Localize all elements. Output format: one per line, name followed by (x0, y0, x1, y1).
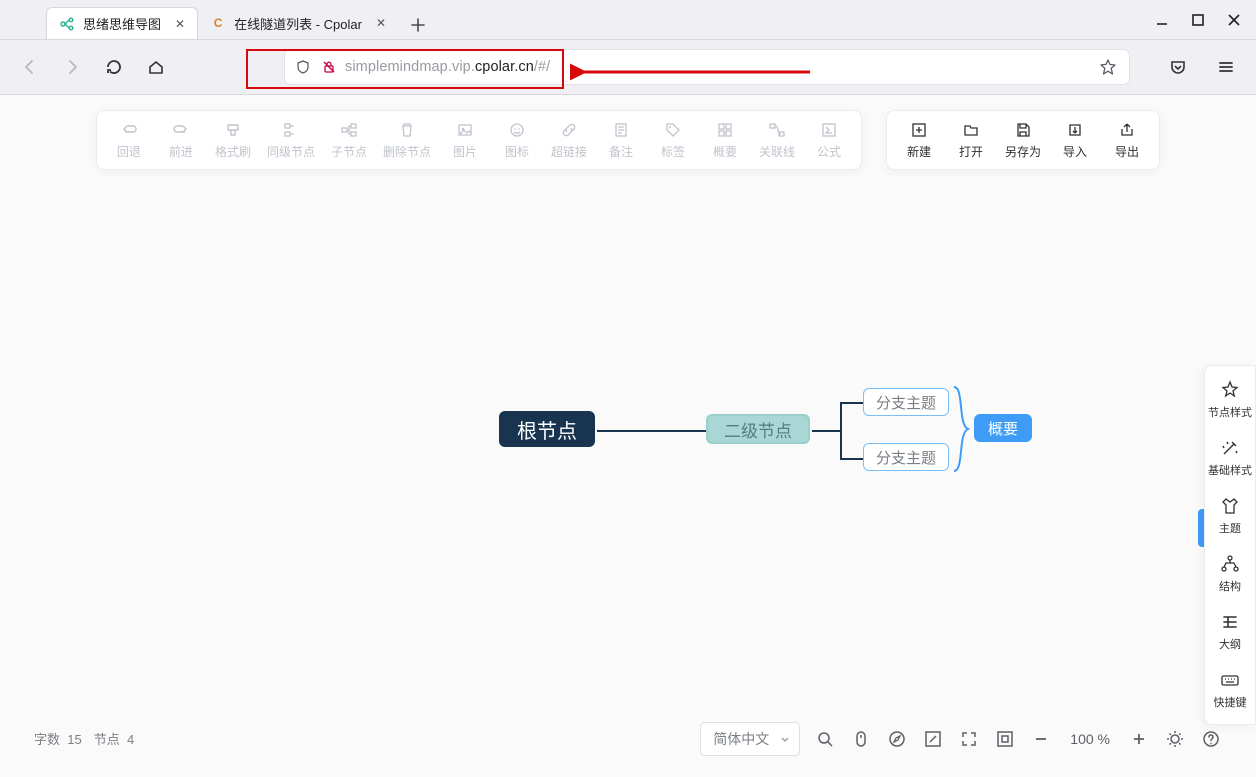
side-panel: 节点样式 基础样式 主题 结构 大纲 快捷键 (1204, 365, 1256, 725)
edge (840, 458, 863, 460)
mindmap-root-node[interactable]: 根节点 (499, 411, 595, 447)
annotation-arrow-icon (570, 57, 820, 87)
tab-title: 在线隧道列表 - Cpolar (234, 14, 362, 33)
darkmode-button[interactable] (1164, 728, 1186, 750)
window-controls (1146, 0, 1250, 40)
mindmap-branch-node[interactable]: 分支主题 (863, 388, 949, 416)
save-pocket-icon[interactable] (1162, 51, 1194, 83)
node-count: 节点 4 (94, 729, 134, 748)
base-style-button[interactable]: 基础样式 (1205, 434, 1255, 482)
theme-button[interactable]: 主题 (1205, 492, 1255, 540)
zoom-in-button[interactable] (1128, 728, 1150, 750)
status-bar: 字数 15 节点 4 (34, 729, 134, 748)
url-text: simplemindmap.vip.cpolar.cn/#/ (345, 59, 550, 75)
language-select[interactable]: 简体中文 (700, 722, 800, 756)
structure-button[interactable]: 结构 (1205, 550, 1255, 598)
mindmap-canvas[interactable]: 根节点 二级节点 分支主题 分支主题 概要 (0, 95, 1256, 777)
favicon-cpolar-icon: C (210, 15, 226, 31)
window-maximize-button[interactable] (1182, 4, 1214, 36)
edge (840, 402, 842, 460)
window-minimize-button[interactable] (1146, 4, 1178, 36)
new-tab-button[interactable] (404, 11, 432, 39)
outline-button[interactable]: 大纲 (1205, 608, 1255, 656)
word-count: 字数 15 (34, 729, 82, 748)
mouse-mode-button[interactable] (850, 728, 872, 750)
tab-title: 思绪思维导图 (83, 14, 161, 33)
zoom-out-button[interactable] (1030, 728, 1052, 750)
nav-forward-button[interactable] (56, 51, 88, 83)
shortcut-button[interactable]: 快捷键 (1205, 666, 1255, 714)
tab-inactive[interactable]: C 在线隧道列表 - Cpolar ✕ (198, 7, 398, 39)
mindmap-summary-node[interactable]: 概要 (974, 414, 1032, 442)
mindmap-secondary-node[interactable]: 二级节点 (706, 414, 810, 444)
bookmark-star-icon[interactable] (1099, 58, 1117, 76)
keyboard-icon (1220, 670, 1240, 690)
help-button[interactable] (1200, 728, 1222, 750)
favicon-mindmap-icon (59, 16, 75, 32)
edge (812, 430, 840, 432)
center-button[interactable] (994, 728, 1016, 750)
edit-button[interactable] (922, 728, 944, 750)
nav-back-button[interactable] (14, 51, 46, 83)
shirt-icon (1220, 496, 1240, 516)
tracking-shield-icon[interactable] (295, 59, 311, 75)
fit-button[interactable] (958, 728, 980, 750)
compass-button[interactable] (886, 728, 908, 750)
outline-icon (1220, 612, 1240, 632)
window-close-button[interactable] (1218, 4, 1250, 36)
zoom-value: 100 % (1066, 731, 1114, 747)
search-button[interactable] (814, 728, 836, 750)
wand-icon (1220, 438, 1240, 458)
tab-active[interactable]: 思绪思维导图 ✕ (46, 7, 198, 39)
nav-reload-button[interactable] (98, 51, 130, 83)
chevron-down-icon (779, 733, 791, 745)
node-style-button[interactable]: 节点样式 (1205, 376, 1255, 424)
edge (597, 430, 706, 432)
insecure-icon (321, 59, 337, 75)
title-bar: 思绪思维导图 ✕ C 在线隧道列表 - Cpolar ✕ (0, 0, 1256, 40)
hamburger-menu-icon[interactable] (1210, 51, 1242, 83)
mindmap-branch-node[interactable]: 分支主题 (863, 443, 949, 471)
star-icon (1220, 380, 1240, 400)
nav-home-button[interactable] (140, 51, 172, 83)
edge (840, 402, 863, 404)
structure-icon (1220, 554, 1240, 574)
bottom-toolbar: 简体中文 100 % (700, 719, 1222, 759)
tab-close-icon[interactable]: ✕ (376, 16, 386, 30)
tab-close-icon[interactable]: ✕ (175, 17, 185, 31)
summary-bracket-icon (952, 385, 970, 473)
app-area: 回退 前进 格式刷 同级节点 子节点 删除节点 图片 图标 超链接 备注 标签 … (0, 95, 1256, 777)
